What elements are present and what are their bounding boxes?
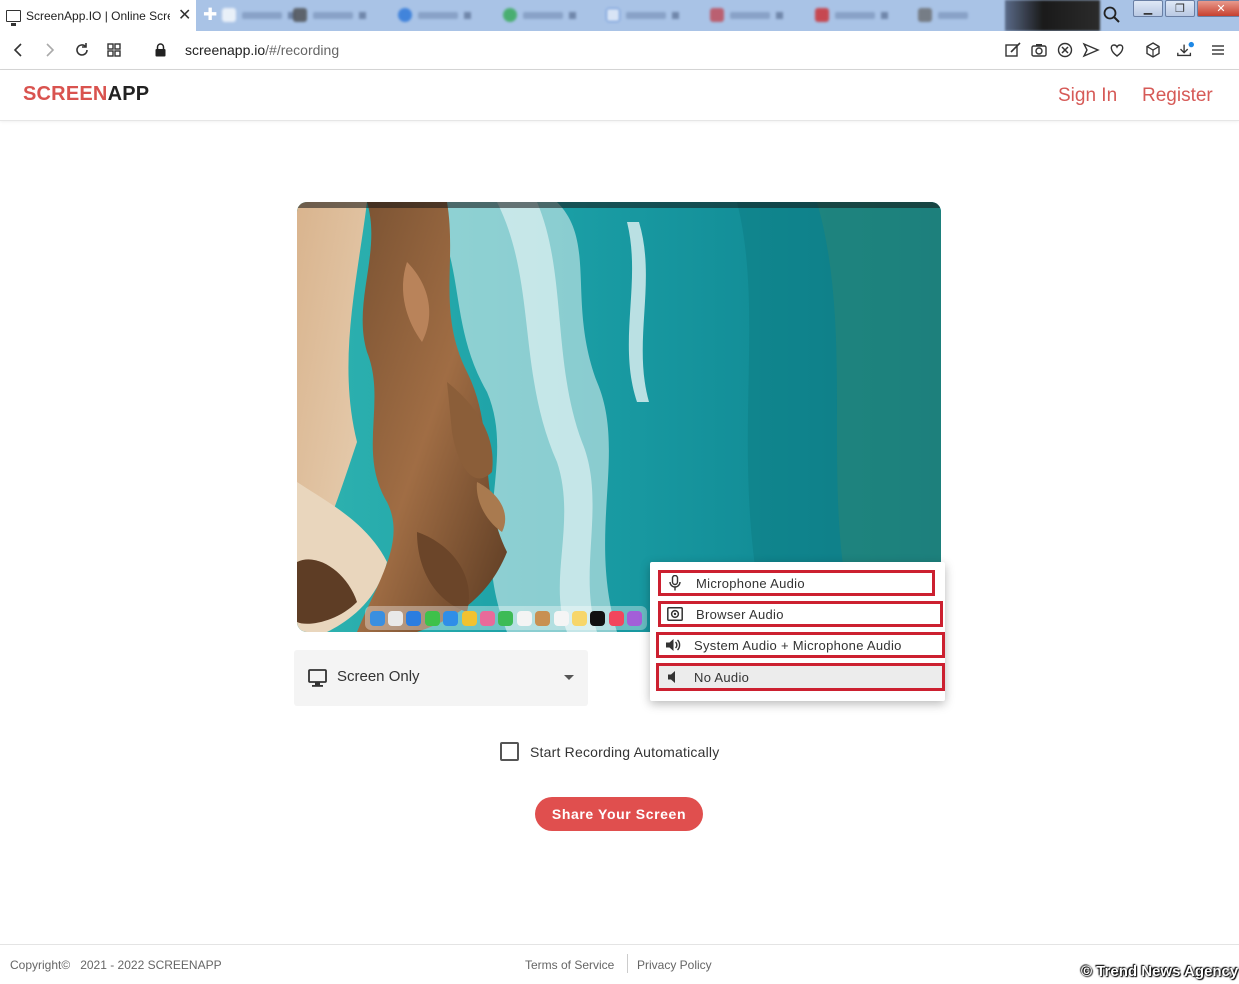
browser-tab-strip: ScreenApp.IO | Online Scre ✕ ✚ ▁ ❐ ✕	[0, 0, 1239, 31]
tab-close-icon[interactable]	[464, 11, 471, 19]
tab-close-icon[interactable]	[359, 11, 366, 19]
url-host: screenapp.io	[185, 42, 266, 58]
audio-option-label: Browser Audio	[696, 606, 784, 622]
mac-dock	[365, 606, 647, 630]
tab-favicon-icon	[815, 8, 829, 22]
heart-icon[interactable]	[1108, 41, 1126, 59]
logo-part-screen: SCREEN	[23, 83, 108, 105]
screen-mode-label: Screen Only	[337, 668, 420, 685]
tab-title: ScreenApp.IO | Online Scre	[26, 8, 170, 23]
speaker-icon	[665, 637, 681, 653]
mac-menubar	[297, 202, 941, 208]
tab-favicon-icon	[293, 8, 307, 22]
auto-record-label: Start Recording Automatically	[530, 743, 720, 760]
monitor-icon	[308, 669, 327, 687]
back-icon[interactable]	[9, 41, 27, 59]
downloads-icon[interactable]	[1176, 41, 1194, 59]
reload-icon[interactable]	[73, 41, 91, 59]
terms-of-service-link[interactable]: Terms of Service	[525, 958, 614, 972]
background-tab[interactable]	[606, 4, 679, 26]
background-tab[interactable]	[710, 4, 783, 26]
audio-option-system-microphone[interactable]: System Audio + Microphone Audio	[656, 632, 945, 658]
send-icon[interactable]	[1082, 41, 1100, 59]
tab-favicon-icon	[918, 8, 932, 22]
background-tab[interactable]	[503, 4, 576, 26]
address-bar: screenapp.io/#/recording	[0, 31, 1239, 70]
snapshot-camera-icon[interactable]	[1030, 41, 1048, 59]
maximize-button[interactable]: ❐	[1165, 0, 1195, 17]
background-tab[interactable]	[918, 4, 968, 26]
tab-favicon-icon	[606, 8, 620, 22]
url-field[interactable]: screenapp.io/#/recording	[185, 42, 339, 58]
trend-news-watermark: © Trend News Agency	[1081, 963, 1239, 980]
forward-icon[interactable]	[41, 41, 59, 59]
close-window-button[interactable]: ✕	[1197, 0, 1239, 17]
audio-option-no-audio[interactable]: No Audio	[656, 663, 945, 691]
window-controls: ▁ ❐ ✕	[1133, 0, 1239, 17]
copyright-text: Copyright© 2021 - 2022 SCREENAPP	[10, 958, 222, 972]
url-path: /#/recording	[265, 42, 340, 58]
lock-icon[interactable]	[155, 43, 166, 57]
minimize-button[interactable]: ▁	[1133, 0, 1163, 17]
tab-favicon-icon	[398, 8, 412, 22]
tab-favicon-icon	[710, 8, 724, 22]
browser-tab-active[interactable]: ScreenApp.IO | Online Scre ✕	[0, 0, 196, 31]
audio-option-label: No Audio	[694, 669, 750, 685]
background-tab[interactable]	[293, 4, 366, 26]
speaker-mute-icon	[665, 669, 681, 685]
tab-search-icon[interactable]	[1102, 5, 1122, 25]
page-footer: Copyright© 2021 - 2022 SCREENAPP Terms o…	[0, 944, 1239, 984]
background-tab[interactable]	[222, 4, 295, 26]
screen-mode-select[interactable]: Screen Only	[294, 650, 588, 706]
dropdown-caret-icon	[564, 675, 574, 680]
audio-option-label: System Audio + Microphone Audio	[694, 637, 902, 653]
speed-dial-icon[interactable]	[105, 41, 123, 59]
tab-close-icon[interactable]	[776, 11, 783, 19]
tab-close-icon[interactable]: ✕	[178, 7, 191, 24]
share-screen-button[interactable]: Share Your Screen	[535, 797, 703, 831]
adblock-icon[interactable]	[1056, 41, 1074, 59]
footer-divider	[627, 954, 628, 973]
background-tab[interactable]	[815, 4, 888, 26]
edit-page-icon[interactable]	[1004, 41, 1022, 59]
background-tab-thumbnail	[1005, 0, 1100, 31]
extensions-cube-icon[interactable]	[1144, 41, 1162, 59]
monitor-favicon-icon	[6, 9, 21, 26]
register-link[interactable]: Register	[1142, 85, 1213, 107]
sign-in-link[interactable]: Sign In	[1058, 85, 1117, 107]
logo-part-app: APP	[107, 83, 150, 105]
audio-option-label: Microphone Audio	[696, 575, 805, 591]
audio-options-menu: Microphone Audio Browser Audio System Au…	[650, 562, 945, 701]
audio-option-browser[interactable]: Browser Audio	[658, 601, 943, 627]
new-tab-icon[interactable]: ✚	[203, 6, 217, 23]
tab-close-icon[interactable]	[672, 11, 679, 19]
auto-record-checkbox[interactable]	[500, 742, 519, 761]
audio-option-microphone[interactable]: Microphone Audio	[658, 570, 935, 596]
browser-audio-icon	[667, 606, 683, 622]
privacy-policy-link[interactable]: Privacy Policy	[637, 958, 712, 972]
site-header: SCREENAPP Sign In Register	[0, 70, 1239, 121]
screenapp-logo[interactable]: SCREENAPP	[23, 83, 149, 106]
microphone-icon	[667, 575, 683, 591]
tab-favicon-icon	[503, 8, 517, 22]
tab-close-icon[interactable]	[569, 11, 576, 19]
auto-record-option[interactable]: Start Recording Automatically	[500, 742, 719, 761]
tab-close-icon[interactable]	[881, 11, 888, 19]
tab-favicon-icon	[222, 8, 236, 22]
background-tab[interactable]	[398, 4, 471, 26]
menu-icon[interactable]	[1209, 41, 1227, 59]
